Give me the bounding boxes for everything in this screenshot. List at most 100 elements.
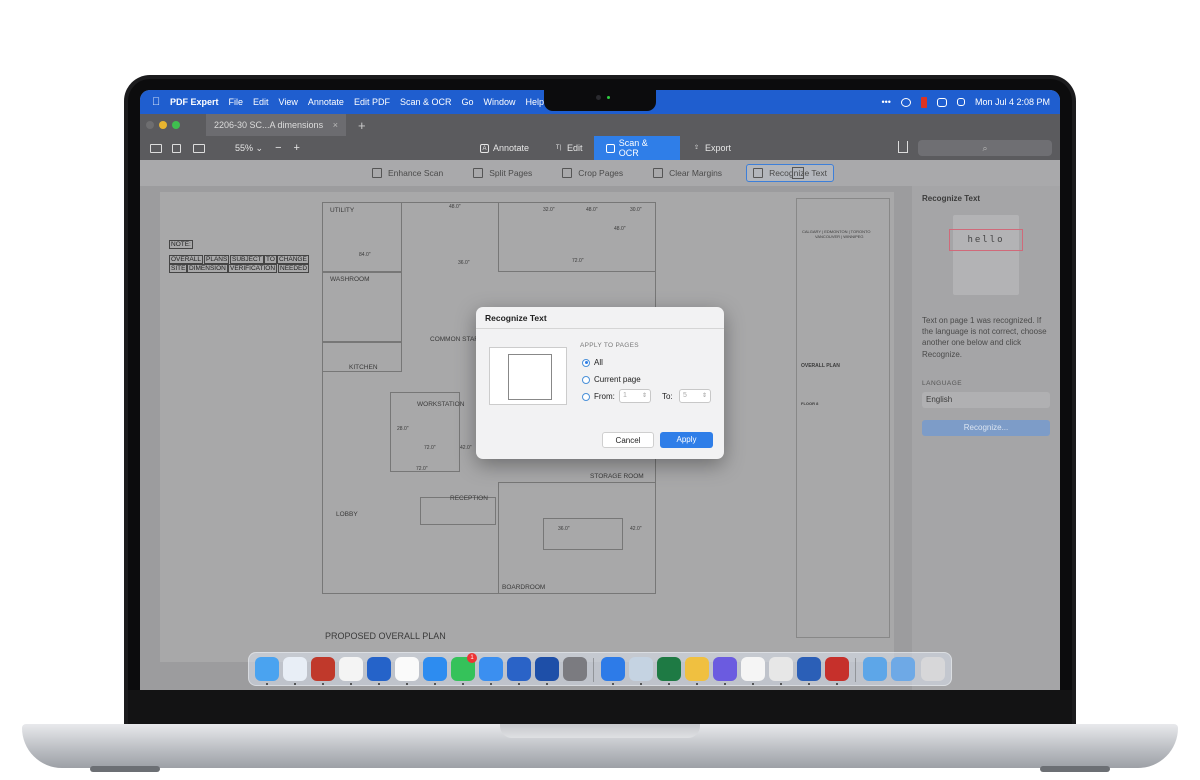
title-block-cities: VANCOUVER | WINNIPEG bbox=[815, 234, 864, 239]
stats-icon[interactable] bbox=[507, 657, 531, 681]
running-indicator bbox=[350, 683, 352, 685]
dock: 1 bbox=[248, 652, 952, 686]
panel-info-text: Text on page 1 was recognized. If the la… bbox=[922, 316, 1047, 359]
annotate-icon: A bbox=[480, 143, 489, 153]
menu-clock[interactable]: Mon Jul 4 2:08 PM bbox=[975, 97, 1050, 107]
running-indicator bbox=[752, 683, 754, 685]
running-indicator bbox=[294, 683, 296, 685]
radio-from-dot bbox=[582, 392, 590, 401]
pages-icon[interactable] bbox=[741, 657, 765, 681]
recognize-text-button[interactable]: Recognize Text bbox=[746, 164, 835, 182]
note-title: NOTE: bbox=[169, 240, 193, 249]
language-label: LANGUAGE bbox=[922, 379, 963, 387]
laptop-scene:  PDF Expert File Edit View Annotate Edi… bbox=[0, 0, 1200, 780]
stepper-icon[interactable]: ⇕ bbox=[702, 390, 707, 402]
thumbnails-icon[interactable] bbox=[172, 143, 181, 153]
pdf-expert-icon[interactable] bbox=[535, 657, 559, 681]
calendar-icon[interactable] bbox=[339, 657, 363, 681]
share-icon[interactable] bbox=[898, 141, 908, 153]
menu-edit[interactable]: Edit bbox=[253, 97, 269, 107]
radio-from[interactable]: From: bbox=[582, 392, 615, 401]
zoom-level[interactable]: 55% ⌄ bbox=[235, 143, 263, 154]
ocr-sample-word: hello bbox=[949, 229, 1023, 251]
to-page-stepper[interactable]: 5 ⇕ bbox=[679, 389, 711, 403]
clear-margins-button[interactable]: Clear Margins bbox=[647, 165, 728, 181]
downloads-icon[interactable] bbox=[863, 657, 887, 681]
from-page-stepper[interactable]: 1 ⇕ bbox=[619, 389, 651, 403]
sketch-icon[interactable] bbox=[685, 657, 709, 681]
laptop-foot bbox=[1040, 766, 1110, 772]
word-icon[interactable] bbox=[797, 657, 821, 681]
menu-file[interactable]: File bbox=[229, 97, 244, 107]
mode-annotate[interactable]: A Annotate bbox=[468, 136, 541, 160]
radio-all[interactable]: All bbox=[582, 358, 603, 367]
apply-button[interactable]: Apply bbox=[660, 432, 713, 448]
export-icon: ⇪ bbox=[693, 144, 700, 151]
chrome-icon[interactable] bbox=[769, 657, 793, 681]
recognize-text-dialog: Recognize Text APPLY TO PAGES All Curren… bbox=[476, 307, 724, 459]
page-layout-icon[interactable] bbox=[193, 143, 205, 153]
screen-record-icon[interactable] bbox=[956, 98, 965, 106]
acrobat-icon[interactable] bbox=[825, 657, 849, 681]
cancel-button[interactable]: Cancel bbox=[602, 432, 654, 448]
enhance-scan-button[interactable]: Enhance Scan bbox=[366, 165, 449, 181]
document-tab[interactable]: 2206-30 SC...A dimensions × bbox=[206, 114, 346, 136]
safari-icon[interactable] bbox=[423, 657, 447, 681]
select-area-icon[interactable] bbox=[792, 167, 804, 179]
dimension: 30.0" bbox=[630, 207, 642, 213]
onepassword-icon[interactable] bbox=[283, 657, 307, 681]
apply-to-pages-label: APPLY TO PAGES bbox=[580, 342, 639, 349]
apple-menu-icon[interactable]:  bbox=[152, 96, 162, 108]
camera-notch bbox=[544, 90, 656, 111]
parallels-icon[interactable] bbox=[311, 657, 335, 681]
menu-window[interactable]: Window bbox=[484, 97, 516, 107]
notion-icon[interactable] bbox=[395, 657, 419, 681]
settings-icon[interactable] bbox=[563, 657, 587, 681]
mail-icon[interactable] bbox=[479, 657, 503, 681]
mode-export[interactable]: ⇪ Export bbox=[680, 136, 743, 160]
split-pages-button[interactable]: Split Pages bbox=[467, 165, 538, 181]
control-center-icon[interactable] bbox=[936, 97, 947, 107]
sidebar-toggle-icon[interactable] bbox=[150, 143, 162, 153]
zoom-window-icon[interactable] bbox=[172, 121, 180, 129]
more-icon[interactable]: ••• bbox=[882, 97, 891, 107]
excel-icon[interactable] bbox=[657, 657, 681, 681]
search-input[interactable]: ⌕ bbox=[918, 140, 1052, 156]
zoom-in-button[interactable]: + bbox=[294, 142, 300, 154]
trash-icon[interactable] bbox=[921, 657, 945, 681]
stepper-icon[interactable]: ⇕ bbox=[642, 390, 647, 402]
menu-scan-ocr[interactable]: Scan & OCR bbox=[400, 97, 452, 107]
folder-icon[interactable] bbox=[891, 657, 915, 681]
scanner-icon[interactable] bbox=[629, 657, 653, 681]
windows-icon[interactable] bbox=[601, 657, 625, 681]
minimize-window-icon[interactable] bbox=[159, 121, 167, 129]
note-cell: OVERALL bbox=[169, 255, 203, 264]
language-select[interactable]: English bbox=[922, 391, 1050, 408]
note-cell: PLANS bbox=[204, 255, 230, 264]
mode-export-label: Export bbox=[705, 143, 732, 153]
menu-help[interactable]: Help bbox=[526, 97, 545, 107]
tasks-icon[interactable] bbox=[367, 657, 391, 681]
menu-app-name[interactable]: PDF Expert bbox=[170, 97, 219, 107]
finder-icon[interactable] bbox=[255, 657, 279, 681]
parallels-status-icon[interactable] bbox=[920, 96, 927, 108]
title-block bbox=[796, 198, 890, 638]
status-area: ••• Mon Jul 4 2:08 PM bbox=[882, 90, 1050, 114]
radio-current-page[interactable]: Current page bbox=[582, 375, 641, 384]
menu-annotate[interactable]: Annotate bbox=[308, 97, 344, 107]
title-block-project: OVERALL PLAN bbox=[801, 363, 840, 369]
zoom-out-button[interactable]: − bbox=[275, 142, 281, 154]
focus-icon[interactable] bbox=[900, 97, 911, 107]
new-tab-button[interactable]: + bbox=[358, 118, 366, 133]
mode-edit[interactable]: T| Edit bbox=[542, 136, 595, 160]
hand-icon[interactable] bbox=[713, 657, 737, 681]
menu-view[interactable]: View bbox=[279, 97, 298, 107]
crop-pages-button[interactable]: Crop Pages bbox=[556, 165, 629, 181]
menu-edit-pdf[interactable]: Edit PDF bbox=[354, 97, 390, 107]
dimension: 36.0" bbox=[458, 260, 470, 266]
menu-go[interactable]: Go bbox=[461, 97, 473, 107]
close-window-icon[interactable] bbox=[146, 121, 154, 129]
mode-scan-ocr[interactable]: Scan & OCR bbox=[594, 136, 680, 160]
recognize-button[interactable]: Recognize... bbox=[922, 419, 1050, 436]
tab-close-icon[interactable]: × bbox=[333, 120, 338, 130]
